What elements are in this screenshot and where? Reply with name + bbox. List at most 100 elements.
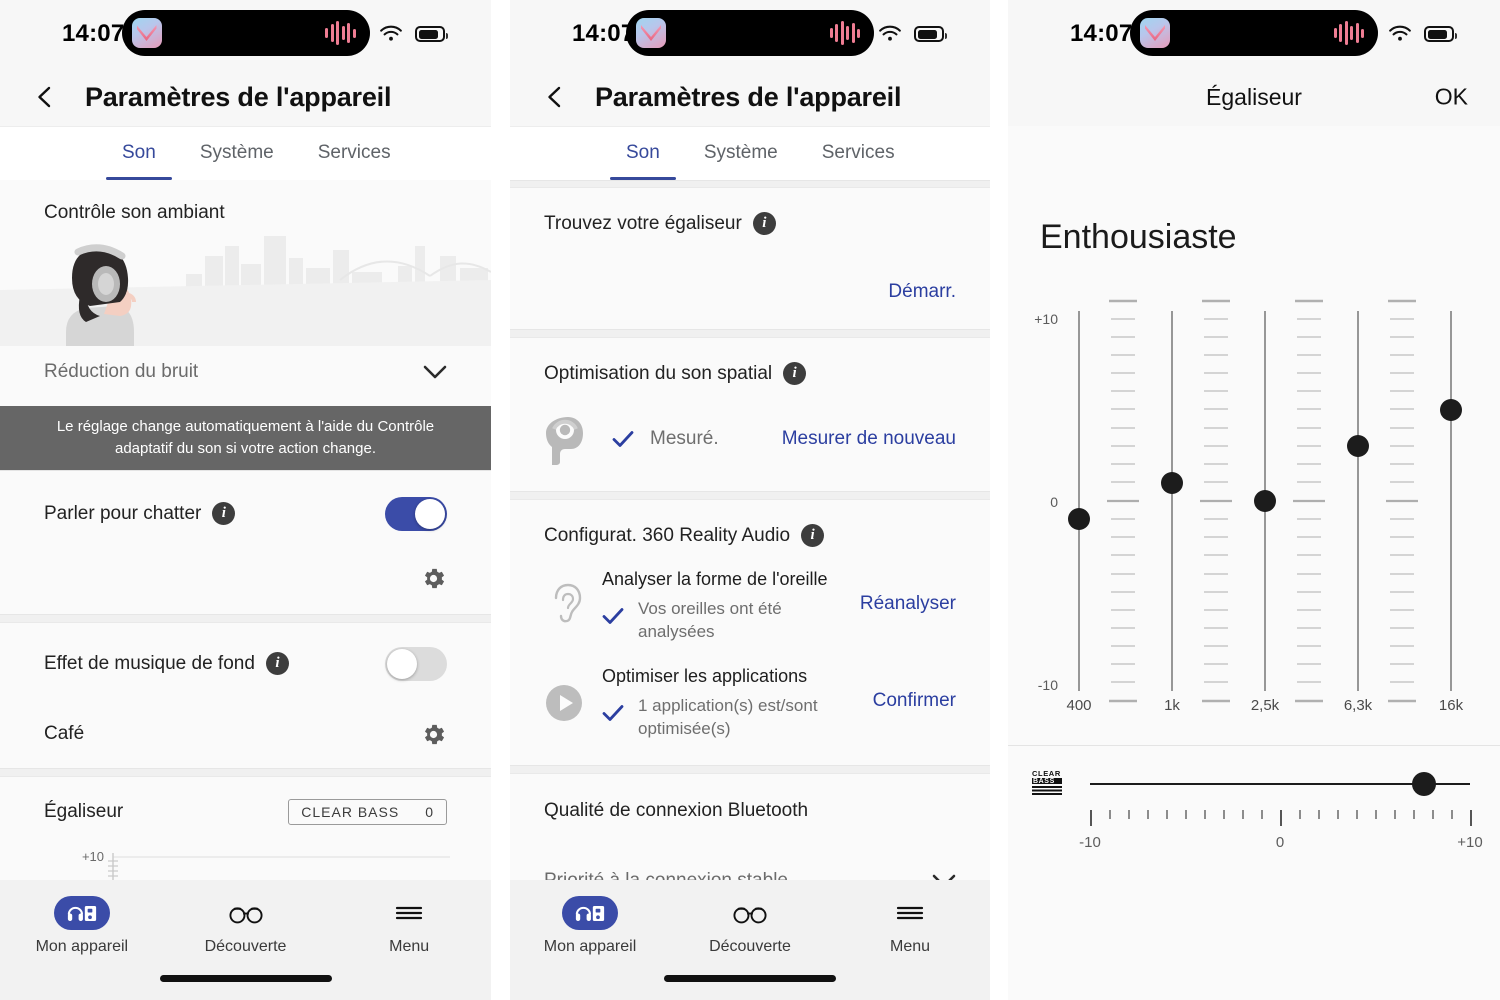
back-chevron-icon[interactable] [544, 86, 566, 108]
back-chevron-icon[interactable] [34, 86, 56, 108]
eq-freq-label-2k5: 2,5k [1250, 697, 1280, 714]
tab-services[interactable]: Services [800, 126, 917, 180]
clear-bass-value: 0 [425, 803, 434, 820]
dynamic-island[interactable] [1130, 10, 1378, 56]
dynamic-island[interactable] [626, 10, 874, 56]
clear-bass-section: CLEAR BASS -10 0 +10 [1008, 746, 1500, 886]
reality-audio-item-ear-analysis: Analyser la forme de l'oreille Vos oreil… [510, 569, 990, 644]
bluetooth-title-row: Qualité de connexion Bluetooth [510, 800, 990, 822]
tab-bar: Son Système Services [0, 126, 491, 180]
nav-item-decouverte[interactable]: Découverte [164, 896, 328, 956]
section-divider [510, 180, 990, 188]
optimize-apps-confirm-button[interactable]: Confirmer [873, 690, 956, 712]
svg-text:BASS: BASS [1033, 778, 1055, 785]
eq-knob-1k [1161, 472, 1183, 494]
info-icon[interactable]: i [752, 212, 776, 235]
head-headphones-icon [546, 417, 583, 465]
find-eq-title: Trouvez votre égaliseur [544, 212, 742, 234]
home-indicator[interactable] [664, 975, 836, 982]
clear-bass-badge[interactable]: CLEAR BASS 0 [288, 798, 447, 825]
screenshot-root: 14:07 Paramètres de l'appareil Son Systè… [0, 0, 1500, 1000]
spatial-status-text: Mesuré. [650, 428, 719, 450]
svg-text:+10: +10 [82, 849, 104, 864]
equalizer-title: Égaliseur [44, 800, 124, 822]
bgm-effect-label: Effet de musique de fond [44, 652, 255, 674]
eq-knob-16k [1440, 399, 1462, 421]
section-divider [510, 491, 990, 500]
battery-icon [1424, 26, 1457, 42]
eq-freq-label-1k: 1k [1164, 697, 1180, 714]
tab-son[interactable]: Son [100, 126, 178, 180]
tab-systeme[interactable]: Système [682, 126, 800, 180]
spatial-title: Optimisation du son spatial [544, 362, 773, 384]
reality-audio-header-row: Configurat. 360 Reality Audio i [510, 524, 990, 547]
tab-services[interactable]: Services [296, 126, 413, 180]
audio-waveform-icon [1333, 20, 1364, 46]
tab-label: Services [317, 142, 391, 163]
tab-label: Système [703, 142, 778, 163]
nav-item-mon-appareil[interactable]: Mon appareil [510, 896, 670, 956]
check-icon [602, 608, 624, 624]
tab-systeme[interactable]: Système [178, 126, 296, 180]
music-app-icon [636, 18, 666, 48]
check-icon [612, 431, 634, 447]
section-speak-to-chat: Parler pour chatter i [0, 470, 491, 614]
nav-item-menu[interactable]: Menu [327, 896, 491, 956]
info-icon[interactable]: i [801, 524, 825, 547]
bgm-preset-label: Café [44, 723, 85, 744]
dynamic-island[interactable] [121, 10, 370, 56]
page-title: Égaliseur [1206, 83, 1302, 110]
page-title: Paramètres de l'appareil [595, 81, 902, 112]
clear-bass-scale [1090, 810, 1472, 828]
page-title: Paramètres de l'appareil [85, 81, 392, 112]
section-ambient-sound-control: Contrôle son ambiant Réduction du bruit … [0, 180, 491, 470]
bluetooth-title: Qualité de connexion Bluetooth [544, 799, 809, 821]
ok-button[interactable]: OK [1435, 84, 1468, 111]
clear-bass-slider[interactable]: -10 0 +10 [1079, 764, 1483, 851]
my-device-icon [53, 896, 110, 930]
spatial-remeasure-button[interactable]: Mesurer de nouveau [782, 428, 956, 450]
toggle-knob [415, 498, 445, 529]
gear-icon[interactable] [420, 721, 447, 748]
status-bar-indicators [1388, 25, 1457, 43]
clear-bass-knob[interactable] [1412, 772, 1437, 796]
speak-to-chat-toggle[interactable] [385, 496, 447, 531]
chevron-down-icon[interactable] [423, 365, 447, 379]
phone-screen-equalizer: 14:07 Égaliseur OK Enthousiaste +10 0 -1… [1008, 0, 1500, 1000]
ear-reanalyze-button[interactable]: Réanalyser [860, 593, 956, 615]
nav-item-decouverte[interactable]: Découverte [670, 896, 830, 956]
music-app-icon [1140, 18, 1170, 48]
nav-item-mon-appareil[interactable]: Mon appareil [0, 896, 164, 956]
ambient-title-label: Contrôle son ambiant [44, 202, 225, 223]
svg-text:+10: +10 [1034, 311, 1058, 327]
binoculars-icon [731, 896, 769, 930]
status-bar: 14:07 [1008, 0, 1500, 68]
gear-icon[interactable] [420, 565, 447, 592]
equalizer-svg[interactable]: +10 0 -10 [1008, 291, 1500, 711]
clear-bass-max-label: +10 [1457, 834, 1483, 851]
status-bar: 14:07 [0, 0, 491, 68]
my-device-icon [562, 896, 618, 930]
clear-bass-label: CLEAR BASS [301, 803, 400, 820]
info-icon[interactable]: i [783, 362, 807, 385]
info-icon[interactable]: i [265, 652, 289, 675]
nav-item-menu[interactable]: Menu [830, 896, 990, 956]
tab-label: Son [626, 142, 660, 163]
noise-reduction-row[interactable]: Réduction du bruit [0, 346, 491, 398]
bgm-effect-toggle[interactable] [385, 646, 447, 681]
status-bar-time: 14:07 [62, 20, 125, 47]
nav-label: Découverte [204, 938, 287, 955]
spatial-header-row: Optimisation du son spatial i [510, 362, 990, 385]
binoculars-icon [227, 896, 265, 930]
tab-label: Système [199, 142, 274, 163]
find-eq-start-button[interactable]: Démarr. [888, 281, 956, 303]
home-indicator[interactable] [159, 975, 332, 982]
eq-knob-2k5 [1254, 490, 1276, 512]
panel-gap [990, 0, 1008, 1000]
info-icon[interactable]: i [212, 502, 236, 525]
status-bar: 14:07 [510, 0, 990, 68]
phone-screen-device-settings-sound-scrolled: 14:07 Paramètres de l'appareil Son Systè… [510, 0, 990, 1000]
tab-son[interactable]: Son [604, 126, 682, 180]
bgm-preset-row[interactable]: Café [0, 721, 491, 748]
bottom-navigation: Mon appareil Découverte Menu [510, 880, 990, 1000]
